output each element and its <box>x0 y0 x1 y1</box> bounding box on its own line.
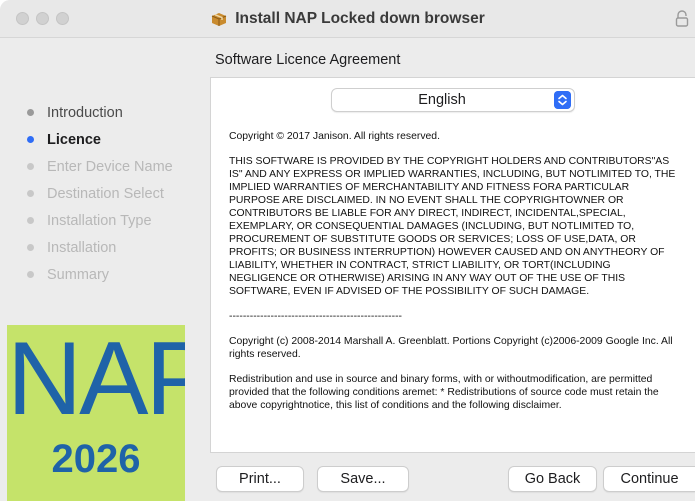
step-label: Summary <box>47 266 110 283</box>
package-icon <box>212 13 227 26</box>
licence-disclaimer: THIS SOFTWARE IS PROVIDED BY THE COPYRIG… <box>229 156 676 297</box>
page-title: Software Licence Agreement <box>215 52 401 68</box>
step-label: Installation Type <box>47 212 152 229</box>
step-dot-icon <box>27 217 34 224</box>
step-destination-select: Destination Select <box>0 180 205 207</box>
logo-text: NAP <box>7 325 185 437</box>
licence-copyright: Copyright © 2017 Janison. All rights res… <box>229 131 440 142</box>
save-button[interactable]: Save... <box>317 466 409 492</box>
installer-window: Install NAP Locked down browser Introduc… <box>0 0 695 501</box>
step-dot-icon <box>27 136 34 143</box>
step-label: Introduction <box>47 104 123 121</box>
lock-icon <box>675 10 689 27</box>
step-introduction: Introduction <box>0 99 205 126</box>
step-enter-device-name: Enter Device Name <box>0 153 205 180</box>
licence-redistribution: Redistribution and use in source and bin… <box>229 374 659 411</box>
step-summary: Summary <box>0 261 205 288</box>
language-select[interactable]: English <box>331 88 575 112</box>
chevron-up-down-icon <box>554 91 571 109</box>
nap-logo: NAP 2026 <box>7 325 185 501</box>
step-installation: Installation <box>0 234 205 261</box>
logo-year: 2026 <box>51 437 141 481</box>
step-label: Destination Select <box>47 185 164 202</box>
licence-copyright-second: Copyright (c) 2008-2014 Marshall A. Gree… <box>229 336 673 360</box>
window-title-text: Install NAP Locked down browser <box>235 10 485 27</box>
title-bar: Install NAP Locked down browser <box>0 0 695 38</box>
step-dot-icon <box>27 271 34 278</box>
step-dot-icon <box>27 244 34 251</box>
licence-panel: English Copyright © 2017 Janison. All ri… <box>210 77 695 453</box>
step-installation-type: Installation Type <box>0 207 205 234</box>
licence-text: Copyright © 2017 Janison. All rights res… <box>229 130 679 424</box>
window-title: Install NAP Locked down browser <box>0 0 695 38</box>
step-dot-icon <box>27 109 34 116</box>
sidebar: Introduction Licence Enter Device Name D… <box>0 38 205 501</box>
print-button[interactable]: Print... <box>216 466 304 492</box>
installation-steps: Introduction Licence Enter Device Name D… <box>0 99 205 288</box>
step-dot-icon <box>27 163 34 170</box>
go-back-button[interactable]: Go Back <box>508 466 597 492</box>
step-label: Installation <box>47 239 117 256</box>
step-label: Enter Device Name <box>47 158 173 175</box>
step-licence: Licence <box>0 126 205 153</box>
continue-button[interactable]: Continue <box>603 466 695 492</box>
step-label: Licence <box>47 131 101 148</box>
language-select-value: English <box>418 92 466 108</box>
step-dot-icon <box>27 190 34 197</box>
licence-separator: ----------------------------------------… <box>229 311 403 322</box>
